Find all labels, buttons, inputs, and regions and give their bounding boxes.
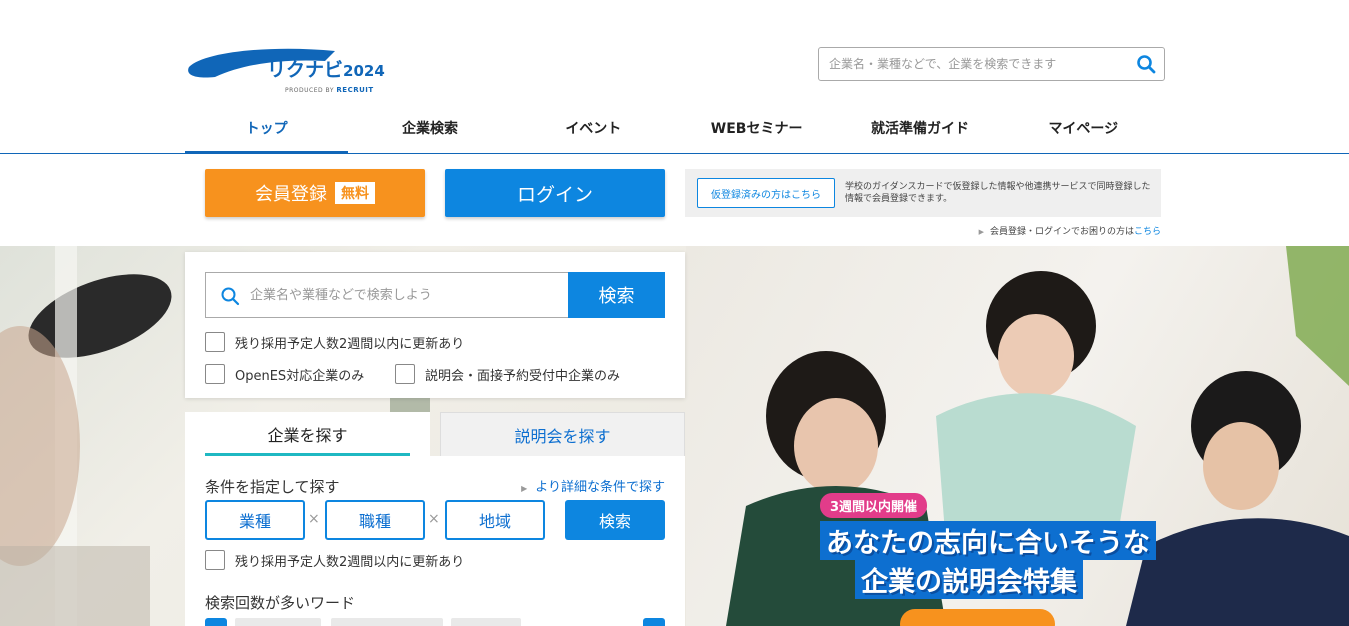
triangle-icon: ▶ [521, 484, 528, 493]
job-type-button[interactable]: 職種 [325, 500, 425, 540]
keyword-search-button[interactable]: 検索 [568, 272, 665, 318]
logo-produced-by: PRODUCED BY RECRUIT [285, 86, 374, 94]
option-recent-update[interactable]: 残り採用予定人数2週間以内に更新あり [205, 332, 464, 352]
popular-words-list [205, 618, 665, 626]
popular-word-chip[interactable] [451, 618, 521, 626]
nav-job-guide[interactable]: 就活準備ガイド [838, 110, 1001, 154]
register-label: 会員登録 [255, 184, 327, 205]
login-help: ▶ 会員登録・ログインでお困りの方はこちら [978, 227, 1161, 237]
nav-company-search[interactable]: 企業検索 [348, 110, 511, 154]
checkbox[interactable] [205, 364, 225, 384]
option-reservation-open[interactable]: 説明会・面接予約受付中企業のみ [395, 364, 620, 384]
hero-headline-2: 企業の説明会特集 [855, 560, 1083, 599]
rikunabi-logo[interactable]: リクナビ2024 PRODUCED BY RECRUIT [185, 45, 390, 97]
event-period-badge: 3週間以内開催 [820, 493, 928, 518]
industry-button[interactable]: 業種 [205, 500, 305, 540]
logo-text: リクナビ2024 [267, 59, 385, 81]
global-nav: トップ 企業検索 イベント WEBセミナー 就活準備ガイド マイページ [185, 110, 1165, 154]
header-search-input[interactable] [829, 48, 1129, 80]
nav-mypage[interactable]: マイページ [1002, 110, 1165, 154]
condition-option-recent-update[interactable]: 残り採用予定人数2週間以内に更新あり [205, 550, 464, 570]
main-search-box [205, 272, 568, 318]
checkbox[interactable] [205, 332, 225, 352]
free-badge: 無料 [335, 182, 375, 204]
search-icon[interactable] [1136, 54, 1156, 74]
option-openes[interactable]: OpenES対応企業のみ [205, 364, 364, 384]
times-icon: × [428, 511, 440, 527]
login-help-link[interactable]: こちら [1134, 227, 1161, 237]
keyword-search-panel: 検索 残り採用予定人数2週間以内に更新あり OpenES対応企業のみ 説明会・面… [185, 252, 685, 398]
search-tabs: 企業を探す 説明会を探す [185, 412, 685, 456]
hero-cta-button[interactable] [900, 609, 1055, 626]
times-icon: × [308, 511, 320, 527]
condition-title: 条件を指定して探す [205, 478, 340, 496]
checkbox[interactable] [395, 364, 415, 384]
nav-web-seminar[interactable]: WEBセミナー [675, 110, 838, 154]
condition-search-panel: 条件を指定して探す ▶ より詳細な条件で探す 業種 × 職種 × 地域 検索 残り… [185, 456, 685, 626]
hero-headline-1: あなたの志向に合いそうな [820, 521, 1156, 560]
keyword-search-input[interactable] [250, 273, 560, 317]
login-button[interactable]: ログイン [445, 169, 665, 217]
popular-words-title: 検索回数が多いワード [205, 594, 356, 612]
tab-find-seminar[interactable]: 説明会を探す [440, 412, 685, 456]
pre-registered-button[interactable]: 仮登録済みの方はこちら [697, 178, 835, 208]
nav-divider [0, 153, 1349, 154]
nav-events[interactable]: イベント [512, 110, 675, 154]
search-icon [221, 287, 240, 306]
condition-search-button[interactable]: 検索 [565, 500, 665, 540]
register-button[interactable]: 会員登録 無料 [205, 169, 425, 217]
pre-registration-text: 学校のガイダンスカードで仮登録した情報や他連携サービスで同時登録した情報で会員登… [845, 182, 1151, 204]
popular-word-chip[interactable] [205, 618, 227, 626]
popular-word-chip[interactable] [235, 618, 321, 626]
popular-word-chip[interactable] [643, 618, 665, 626]
region-button[interactable]: 地域 [445, 500, 545, 540]
popular-word-chip[interactable] [331, 618, 443, 626]
pre-registration-box: 仮登録済みの方はこちら 学校のガイダンスカードで仮登録した情報や他連携サービスで… [685, 169, 1161, 217]
header-search-box [818, 47, 1165, 81]
detailed-search-link[interactable]: ▶ より詳細な条件で探す [521, 476, 665, 495]
checkbox[interactable] [205, 550, 225, 570]
nav-top[interactable]: トップ [185, 110, 349, 154]
tab-find-company[interactable]: 企業を探す [185, 412, 430, 456]
triangle-icon: ▶ [978, 228, 984, 236]
